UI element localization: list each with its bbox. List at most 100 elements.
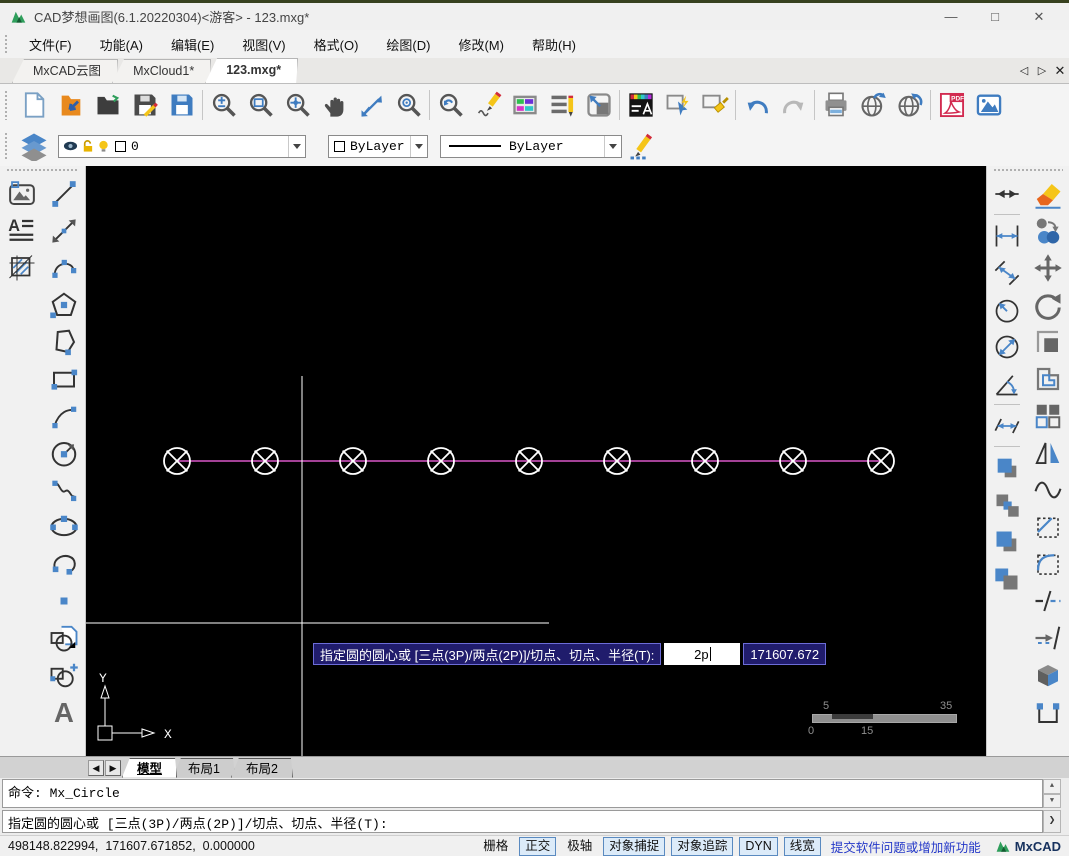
command-input[interactable]: 指定圆的圆心或 [三点(3P)/两点(2P)]/切点、切点、半径(T):	[2, 810, 1043, 833]
draw-settings-pencil-icon[interactable]	[622, 127, 659, 165]
match-properties-icon[interactable]	[696, 86, 733, 124]
menu-function[interactable]: 功能(A)	[86, 35, 157, 54]
command-scrollbar[interactable]: ▲ ▼	[1043, 779, 1061, 808]
mtext-icon[interactable]: A	[4, 212, 40, 249]
zoom-center-icon[interactable]	[390, 86, 427, 124]
linetype-manager-icon[interactable]	[543, 86, 580, 124]
maximize-button[interactable]: □	[973, 3, 1017, 30]
edit-pencil-icon[interactable]	[469, 86, 506, 124]
color-select[interactable]: ByLayer	[328, 134, 428, 158]
save-as-icon[interactable]	[163, 86, 200, 124]
quick-select-icon[interactable]	[659, 86, 696, 124]
zoom-dynamic-icon[interactable]	[205, 86, 242, 124]
hatch-icon[interactable]	[4, 249, 40, 286]
draw-order-above-icon[interactable]	[989, 523, 1025, 560]
xline-icon[interactable]	[46, 212, 82, 249]
tab-mxcloud1[interactable]: MxCloud1*	[112, 59, 211, 83]
zoom-window-icon[interactable]	[242, 86, 279, 124]
color-palette-icon[interactable]	[506, 86, 543, 124]
linetype-select[interactable]: ByLayer	[440, 134, 622, 158]
arc-3pt-icon[interactable]	[46, 397, 82, 434]
export-pdf-icon[interactable]: PDF	[933, 86, 970, 124]
toggle-ortho[interactable]: 正交	[519, 836, 557, 856]
spline-icon[interactable]	[46, 471, 82, 508]
minimize-button[interactable]: —	[929, 3, 973, 30]
point-icon[interactable]	[46, 582, 82, 619]
ellipse-icon[interactable]	[46, 508, 82, 545]
undo-icon[interactable]	[738, 86, 775, 124]
menu-modify[interactable]: 修改(M)	[444, 35, 518, 54]
menu-format[interactable]: 格式(O)	[300, 35, 373, 54]
polygon-icon[interactable]	[46, 286, 82, 323]
toggle-dyn[interactable]: DYN	[739, 836, 778, 856]
toggle-grid[interactable]: 栅格	[478, 838, 513, 855]
dim-diameter-icon[interactable]	[989, 328, 1025, 365]
line-icon[interactable]	[46, 175, 82, 212]
copy-icon[interactable]	[1030, 212, 1066, 249]
toggle-lineweight[interactable]: 线宽	[783, 836, 821, 856]
toggle-osnap[interactable]: 对象捕捉	[603, 836, 666, 856]
tab-close-icon[interactable]: ✕	[1051, 63, 1069, 79]
break-icon[interactable]	[1030, 582, 1066, 619]
save-icon[interactable]	[126, 86, 163, 124]
tab-layout2[interactable]: 布局2	[231, 758, 293, 778]
polygon2-icon[interactable]	[46, 323, 82, 360]
dropdown-arrow-icon[interactable]	[604, 135, 621, 157]
menu-help[interactable]: 帮助(H)	[518, 35, 590, 54]
offset-icon[interactable]	[1030, 360, 1066, 397]
scroll-down-icon[interactable]: ▼	[1043, 793, 1061, 808]
scale-icon[interactable]	[1030, 323, 1066, 360]
feedback-link[interactable]: 提交软件问题或增加新功能	[831, 837, 981, 856]
redo-icon[interactable]	[775, 86, 812, 124]
layout-scroll-right-icon[interactable]: ▶	[105, 759, 121, 776]
dropdown-arrow-icon[interactable]	[288, 135, 305, 157]
draw-order-front-icon[interactable]	[989, 449, 1025, 486]
menu-draw[interactable]: 绘图(D)	[372, 35, 444, 54]
toggle-otrack[interactable]: 对象追踪	[671, 836, 734, 856]
layers-icon[interactable]	[15, 127, 52, 165]
circle-icon[interactable]	[46, 434, 82, 471]
print-icon[interactable]	[817, 86, 854, 124]
scroll-up-icon[interactable]: ▲	[1043, 779, 1061, 794]
chamfer-icon[interactable]	[1030, 508, 1066, 545]
command-expand-icon[interactable]: ❯	[1043, 810, 1061, 833]
web-open-icon[interactable]	[891, 86, 928, 124]
zoom-extents-icon[interactable]	[279, 86, 316, 124]
text-style-icon[interactable]	[622, 86, 659, 124]
viewport-scale-icon[interactable]	[580, 86, 617, 124]
array-icon[interactable]	[1030, 397, 1066, 434]
web-publish-icon[interactable]	[854, 86, 891, 124]
lengthen-icon[interactable]	[989, 407, 1025, 444]
image-icon[interactable]	[4, 175, 40, 212]
draw-order-below-icon[interactable]	[989, 560, 1025, 597]
dim-aligned-icon[interactable]	[989, 254, 1025, 291]
arc-icon[interactable]	[46, 249, 82, 286]
menu-edit[interactable]: 编辑(E)	[157, 35, 228, 54]
command-history[interactable]: 命令: Mx_Circle	[2, 779, 1043, 808]
tab-scroll-right-icon[interactable]: ▷	[1033, 64, 1051, 77]
dropdown-arrow-icon[interactable]	[410, 135, 427, 157]
dim-angular-icon[interactable]	[989, 365, 1025, 402]
rotate-icon[interactable]	[1030, 286, 1066, 323]
text-icon[interactable]: A	[46, 693, 82, 730]
dim-linear-icon[interactable]	[989, 217, 1025, 254]
mirror-icon[interactable]	[1030, 434, 1066, 471]
view-axes-icon[interactable]	[353, 86, 390, 124]
new-file-icon[interactable]	[15, 86, 52, 124]
menu-file[interactable]: 文件(F)	[15, 35, 86, 54]
tab-scroll-left-icon[interactable]: ◁	[1015, 64, 1033, 77]
open-file-icon[interactable]	[89, 86, 126, 124]
explode-icon[interactable]	[1030, 656, 1066, 693]
stretch-icon[interactable]	[1030, 693, 1066, 730]
move-icon[interactable]	[1030, 249, 1066, 286]
menu-view[interactable]: 视图(V)	[228, 35, 299, 54]
fit-curve-icon[interactable]	[1030, 471, 1066, 508]
open-cloud-icon[interactable]	[52, 86, 89, 124]
zoom-previous-icon[interactable]	[432, 86, 469, 124]
insert-block-icon[interactable]	[46, 656, 82, 693]
layout-scroll-left-icon[interactable]: ◀	[88, 759, 104, 776]
layer-select[interactable]: 0	[58, 134, 306, 158]
extend-icon[interactable]	[1030, 619, 1066, 656]
toggle-polar[interactable]: 极轴	[562, 838, 597, 855]
pan-hand-icon[interactable]	[316, 86, 353, 124]
